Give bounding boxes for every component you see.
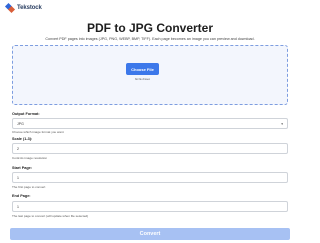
end-page-label: End Page: (12, 194, 31, 198)
start-page-value: 1 (17, 175, 19, 180)
output-format-value: JPG (17, 121, 24, 126)
file-drop-zone[interactable] (12, 45, 288, 105)
start-page-help: The first page to convert (12, 185, 46, 189)
output-format-select[interactable]: JPG ▾ (12, 118, 288, 129)
scale-input[interactable]: 2 (12, 143, 288, 154)
brand-name: Tekstock (17, 5, 42, 11)
page-title: PDF to JPG Converter (86, 21, 214, 35)
end-page-value: 1 (17, 204, 19, 209)
convert-button[interactable]: Convert (10, 228, 290, 240)
choose-file-button[interactable]: Choose File (126, 63, 159, 75)
start-page-label: Start Page: (12, 166, 33, 170)
file-status-text: No file chosen (134, 78, 151, 81)
scale-label: Scale (1-3): (12, 137, 33, 141)
brand-logo[interactable]: Tekstock (4, 2, 42, 13)
pdf-to-jpg-page: Tekstock PDF to JPG Converter Convert PD… (0, 0, 300, 243)
chevron-down-icon: ▾ (281, 122, 283, 126)
end-page-help: The last page to convert (will update wh… (12, 214, 89, 218)
scale-value: 2 (17, 146, 19, 151)
output-format-help: Choose which image format you want (12, 130, 64, 134)
brand-logo-icon (4, 2, 16, 13)
end-page-input[interactable]: 1 (12, 201, 288, 212)
output-format-label: Output Format: (12, 112, 40, 116)
scale-help: Controls image resolution (12, 156, 48, 160)
page-subtitle: Convert PDF pages into images (JPG, PNG,… (45, 37, 255, 41)
start-page-input[interactable]: 1 (12, 172, 288, 183)
